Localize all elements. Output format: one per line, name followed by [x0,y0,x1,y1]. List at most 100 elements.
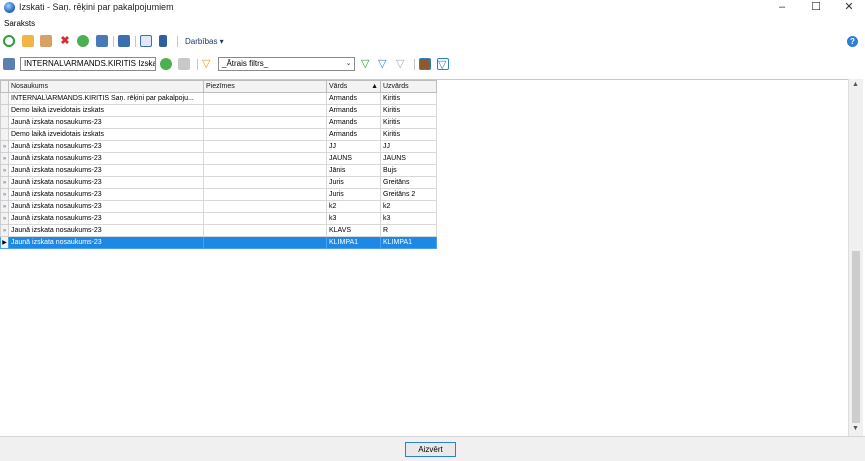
cell-nosaukums[interactable]: Jaunā izskata nosaukums-23 [8,116,204,129]
cell-uzvards[interactable]: Greitāns 2 [380,188,437,201]
cell-nosaukums[interactable]: Jaunā izskata nosaukums-23 [8,200,204,213]
column-header-vards[interactable]: Vārds ▲ [326,80,381,93]
cell-vards[interactable]: Jānis [326,164,381,177]
table-row[interactable]: » Jaunā izskata nosaukums-23 KLAVS R [0,224,437,237]
column-header-uzvards[interactable]: Uzvārds [380,80,437,93]
edit-icon[interactable] [22,35,34,47]
cell-vards[interactable]: k2 [326,200,381,213]
cell-piezimes[interactable] [203,152,327,165]
scroll-down-icon[interactable]: ▼ [852,425,859,432]
view-settings-icon[interactable] [3,58,15,70]
cell-nosaukums[interactable]: Jaunā izskata nosaukums-23 [8,212,204,225]
print-icon[interactable] [96,35,108,47]
cell-piezimes[interactable] [203,116,327,129]
vertical-scrollbar[interactable]: ▲ ▼ [848,79,863,436]
cell-nosaukums[interactable]: Jaunā izskata nosaukums-23 [8,224,204,237]
cell-uzvards[interactable]: KLIMPA1 [380,236,437,249]
table-row[interactable]: » Jaunā izskata nosaukums-23 Jānis Bujs [0,164,437,177]
refresh-icon[interactable] [77,35,89,47]
cell-uzvards[interactable]: Greitāns [380,176,437,189]
add-view-icon[interactable] [160,58,172,70]
cell-piezimes[interactable] [203,164,327,177]
cell-uzvards[interactable]: Kiritis [380,92,437,105]
grid-view-icon[interactable] [140,35,152,47]
close-button[interactable]: Aizvērt [405,442,456,457]
cell-vards[interactable]: k3 [326,212,381,225]
cell-piezimes[interactable] [203,176,327,189]
cell-piezimes[interactable] [203,92,327,105]
column-header-nosaukums[interactable]: Nosaukums [8,80,204,93]
help-icon[interactable]: ? [847,36,858,47]
column-filter-icon[interactable]: ▽ [437,58,449,71]
cell-uzvards[interactable]: k2 [380,200,437,213]
cell-nosaukums[interactable]: Jaunā izskata nosaukums-23 [8,140,204,153]
cell-uzvards[interactable]: JAUNS [380,152,437,165]
cell-vards[interactable]: JJ [326,140,381,153]
cell-nosaukums[interactable]: Jaunā izskata nosaukums-23 [8,188,204,201]
table-row[interactable]: » Jaunā izskata nosaukums-23 k2 k2 [0,200,437,213]
scroll-thumb[interactable] [852,251,860,423]
cell-piezimes[interactable] [203,104,327,117]
view-select[interactable]: INTERNAL\ARMANDS.KIRITIS Izskat ⌄ [20,57,156,71]
quick-filter-select[interactable]: _Ātrais filtrs_ ⌄ [218,57,355,71]
cell-uzvards[interactable]: R [380,224,437,237]
cell-nosaukums[interactable]: Jaunā izskata nosaukums-23 [8,236,204,249]
add-filter-icon[interactable]: ▽ [361,58,373,70]
cell-piezimes[interactable] [203,224,327,237]
table-row[interactable]: » Jaunā izskata nosaukums-23 JJ JJ [0,140,437,153]
maximize-button[interactable]: ☐ [800,0,832,16]
new-icon[interactable] [3,35,15,47]
filter-icon[interactable]: ▽ [202,58,214,70]
close-window-button[interactable]: ✕ [833,0,865,16]
table-row[interactable]: » Jaunā izskata nosaukums-23 k3 k3 [0,212,437,225]
cell-nosaukums[interactable]: Jaunā izskata nosaukums-23 [8,176,204,189]
cell-vards[interactable]: Armands [326,128,381,141]
edit-filter-icon[interactable]: ▽ [378,58,390,70]
table-row[interactable]: » Jaunā izskata nosaukums-23 Juris Greitāns [0,176,437,189]
cell-uzvards[interactable]: Kiritis [380,116,437,129]
table-row[interactable]: ▶ Jaunā izskata nosaukums-23 KLIMPA1 KLIMPA… [0,236,437,249]
sort-icon[interactable] [419,58,431,70]
cell-nosaukums[interactable]: Demo laikā izveidotais izskats [8,128,204,141]
table-row[interactable]: Demo laikā izveidotais izskats Armands Kir… [0,128,437,141]
cell-vards[interactable]: JAUNS [326,152,381,165]
cell-vards[interactable]: Juris [326,176,381,189]
menu-saraksts[interactable]: Saraksts [4,19,35,28]
cell-vards[interactable]: KLAVS [326,224,381,237]
cell-uzvards[interactable]: Bujs [380,164,437,177]
table-row[interactable]: » Jaunā izskata nosaukums-23 Juris Greitāns… [0,188,437,201]
cell-uzvards[interactable]: Kiritis [380,104,437,117]
cell-piezimes[interactable] [203,128,327,141]
cell-vards[interactable]: Armands [326,116,381,129]
cell-vards[interactable]: Armands [326,92,381,105]
cell-nosaukums[interactable]: Demo laikā izveidotais izskats [8,104,204,117]
cell-uzvards[interactable]: Kiritis [380,128,437,141]
column-header-piezimes[interactable]: Piezīmes [203,80,327,93]
cell-piezimes[interactable] [203,140,327,153]
cell-uzvards[interactable]: k3 [380,212,437,225]
actions-dropdown-button[interactable]: Darbības ▾ [185,37,224,46]
table-row[interactable]: Demo laikā izveidotais izskats Armands Kir… [0,104,437,117]
expand-icon[interactable] [118,35,130,47]
cell-piezimes[interactable] [203,188,327,201]
table-row[interactable]: INTERNAL\ARMANDS.KIRITIS Saņ. rēķini par… [0,92,437,105]
table-row[interactable]: Jaunā izskata nosaukums-23 Armands Kiritis [0,116,437,129]
scroll-up-icon[interactable]: ▲ [852,81,859,88]
copy-icon[interactable] [40,35,52,47]
delete-icon[interactable]: ✖ [59,35,71,47]
cell-piezimes[interactable] [203,212,327,225]
tree-view-icon[interactable] [159,35,167,47]
cell-nosaukums[interactable]: Jaunā izskata nosaukums-23 [8,164,204,177]
cell-uzvards[interactable]: JJ [380,140,437,153]
minimize-button[interactable]: – [766,0,798,16]
cell-piezimes[interactable] [203,200,327,213]
cell-piezimes[interactable] [203,236,327,249]
remove-filter-icon[interactable]: ▽ [396,58,408,70]
view-grid-icon[interactable] [178,58,190,70]
cell-vards[interactable]: Armands [326,104,381,117]
cell-vards[interactable]: KLIMPA1 [326,236,381,249]
cell-nosaukums[interactable]: Jaunā izskata nosaukums-23 [8,152,204,165]
cell-nosaukums[interactable]: INTERNAL\ARMANDS.KIRITIS Saņ. rēķini par… [8,92,204,105]
table-row[interactable]: » Jaunā izskata nosaukums-23 JAUNS JAUNS [0,152,437,165]
cell-vards[interactable]: Juris [326,188,381,201]
